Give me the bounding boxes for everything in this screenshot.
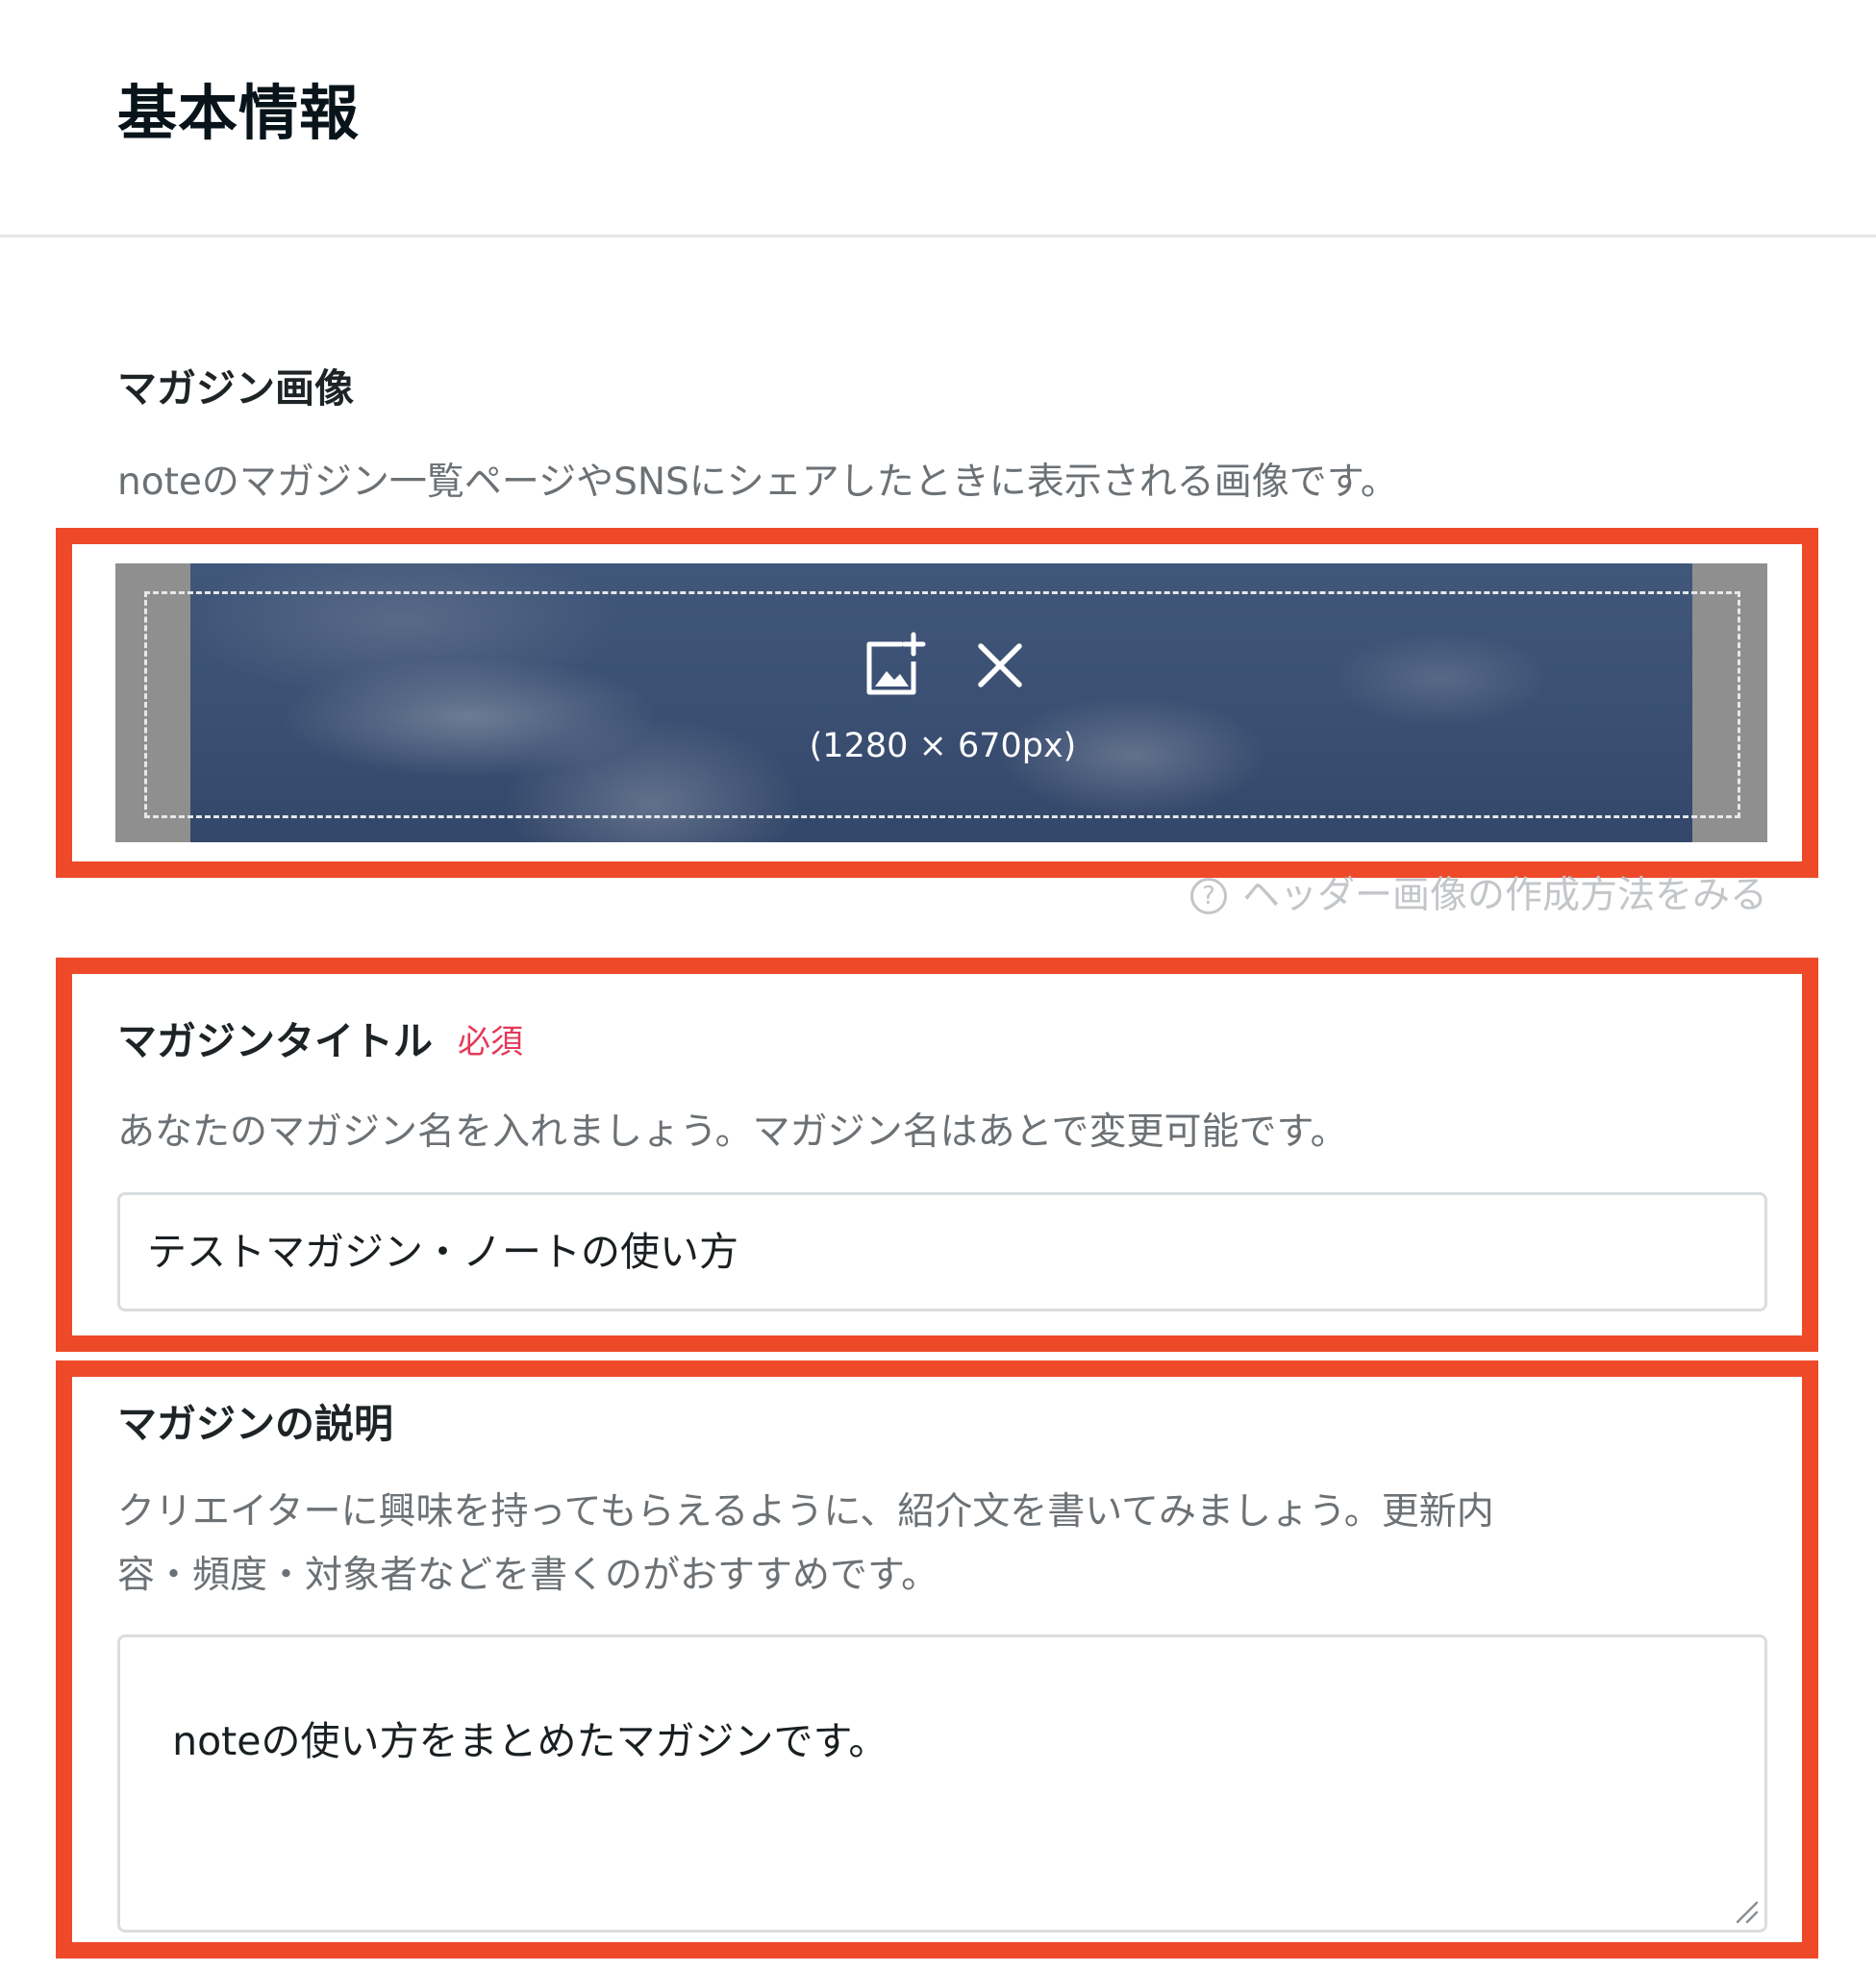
resize-grip-icon[interactable] — [1730, 1895, 1759, 1924]
image-controls — [0, 631, 1876, 700]
remove-image-button[interactable] — [965, 631, 1035, 700]
add-image-button[interactable] — [860, 631, 929, 700]
magazine-title-description: あなたのマガジン名を入れましょう。マガジン名はあとで変更可能です。 — [117, 1110, 1348, 1154]
image-size-hint: (1280 × 670px) — [809, 727, 1077, 765]
help-link-text: ヘッダー画像の作成方法をみる — [1241, 874, 1767, 917]
magazine-description-label: マガジンの説明 — [117, 1401, 393, 1447]
magazine-description-help-line2: 容・頻度・対象者などを書くのがおすすめです。 — [117, 1554, 939, 1597]
image-drop-zone[interactable] — [144, 591, 1740, 818]
required-badge: 必須 — [458, 1023, 523, 1061]
magazine-description-textarea[interactable]: noteの使い方をまとめたマガジンです。 — [117, 1634, 1767, 1933]
header-divider — [0, 235, 1876, 237]
magazine-description-value: noteの使い方をまとめたマガジンです。 — [172, 1718, 888, 1764]
magazine-image-label: マガジン画像 — [117, 365, 354, 412]
magazine-description-help-line1: クリエイターに興味を持ってもらえるように、紹介文を書いてみましょう。更新内 — [117, 1490, 1494, 1534]
header-image-help-link[interactable]: ? ヘッダー画像の作成方法をみる — [1189, 867, 1767, 925]
magazine-title-label: マガジンタイトル 必須 — [117, 1014, 523, 1069]
add-image-icon — [866, 632, 925, 695]
close-icon — [977, 643, 1022, 687]
magazine-title-input[interactable]: テストマガジン・ノートの使い方 — [117, 1192, 1767, 1311]
magazine-title-label-text: マガジンタイトル — [117, 1018, 433, 1064]
question-circle-icon: ? — [1189, 878, 1227, 914]
magazine-image-description: noteのマガジン一覧ページやSNSにシェアしたときに表示される画像です。 — [117, 461, 1398, 504]
page-title: 基本情報 — [117, 78, 361, 148]
